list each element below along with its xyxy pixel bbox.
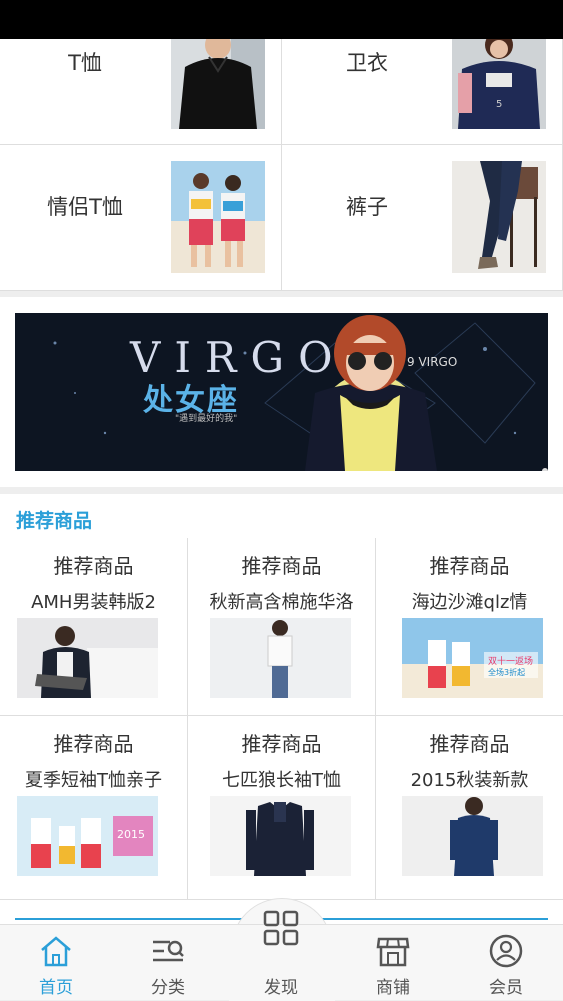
category-label: 情侣T恤 (47, 195, 123, 219)
product-image (210, 796, 351, 876)
category-item-couple-tshirt[interactable]: 情侣T恤 (0, 145, 282, 291)
tab-shop[interactable]: 商铺 (348, 925, 438, 1001)
product-image (210, 618, 351, 698)
product-card[interactable]: 推荐商品 海边沙滩qlz情 双十一返场 全场3折起 (376, 538, 563, 716)
tab-label: 商铺 (376, 978, 410, 998)
couple-tshirt-image (171, 161, 265, 273)
product-card[interactable]: 推荐商品 七匹狼长袖T恤 (188, 716, 376, 900)
svg-text:2015: 2015 (117, 828, 145, 841)
product-heading: 推荐商品 (241, 732, 322, 756)
svg-text:全场3折起: 全场3折起 (488, 667, 525, 677)
banner-section: VIRGO 处女座 "遇到最好的我" 9 VIRGO (0, 297, 563, 487)
category-icon (153, 940, 184, 962)
discover-icon (263, 910, 299, 946)
product-card[interactable]: 推荐商品 AMH男装韩版2 (0, 538, 188, 716)
product-name: 海边沙滩qlz情 (411, 592, 528, 613)
product-name: AMH男装韩版2 (31, 592, 156, 613)
category-grid: T恤 卫衣 5 情侣T恤 裤子 (0, 39, 563, 291)
product-card[interactable]: 推荐商品 夏季短袖T恤亲子 2015 (0, 716, 188, 900)
tab-label: 会员 (489, 978, 523, 998)
product-name: 夏季短袖T恤亲子 (25, 770, 162, 791)
product-image: 2015 (17, 796, 158, 876)
product-heading: 推荐商品 (429, 732, 510, 756)
tab-label: 分类 (151, 978, 185, 998)
svg-text:双十一返场: 双十一返场 (488, 655, 533, 667)
category-item-tshirt[interactable]: T恤 (0, 39, 282, 145)
black-tshirt-image (171, 39, 265, 129)
banner-mark: 9 VIRGO (407, 355, 458, 369)
carousel-dot-active (542, 468, 548, 471)
category-label: T恤 (68, 51, 102, 75)
tab-discover[interactable]: 发现 (236, 910, 326, 1001)
tab-bar: 首页 分类 发现 商铺 会员 (0, 910, 563, 1001)
navy-sweatshirt-image: 5 (452, 39, 546, 129)
product-card[interactable]: 推荐商品 2015秋装新款 (376, 716, 563, 900)
product-image (17, 618, 158, 698)
product-image: 双十一返场 全场3折起 (402, 618, 543, 698)
member-icon (489, 934, 523, 968)
home-icon (41, 936, 71, 967)
tab-label: 发现 (264, 978, 298, 998)
product-image (402, 796, 543, 876)
product-card[interactable]: 推荐商品 秋新高含棉施华洛 (188, 538, 376, 716)
banner-tagline: "遇到最好的我" (175, 414, 238, 424)
category-item-pants[interactable]: 裤子 (282, 145, 563, 291)
category-label: 卫衣 (346, 51, 388, 75)
category-item-sweatshirt[interactable]: 卫衣 5 (282, 39, 563, 145)
product-name: 秋新高含棉施华洛 (209, 592, 354, 613)
product-name: 2015秋装新款 (410, 770, 529, 791)
jeans-image (452, 161, 546, 273)
status-bar (0, 0, 563, 39)
product-heading: 推荐商品 (53, 732, 134, 756)
product-heading: 推荐商品 (241, 554, 322, 578)
shop-icon (376, 937, 410, 967)
banner-carousel[interactable]: VIRGO 处女座 "遇到最好的我" 9 VIRGO (15, 313, 548, 471)
svg-text:5: 5 (496, 99, 502, 110)
product-name: 七匹狼长袖T恤 (222, 770, 341, 791)
tab-member[interactable]: 会员 (461, 925, 551, 1001)
product-heading: 推荐商品 (429, 554, 510, 578)
tab-category[interactable]: 分类 (123, 925, 213, 1001)
product-heading: 推荐商品 (53, 554, 134, 578)
recommend-title: 推荐商品 (16, 510, 93, 532)
tab-label: 首页 (39, 978, 73, 998)
tab-home[interactable]: 首页 (11, 925, 101, 1001)
category-label: 裤子 (346, 195, 388, 219)
carousel-indicator (539, 459, 548, 471)
